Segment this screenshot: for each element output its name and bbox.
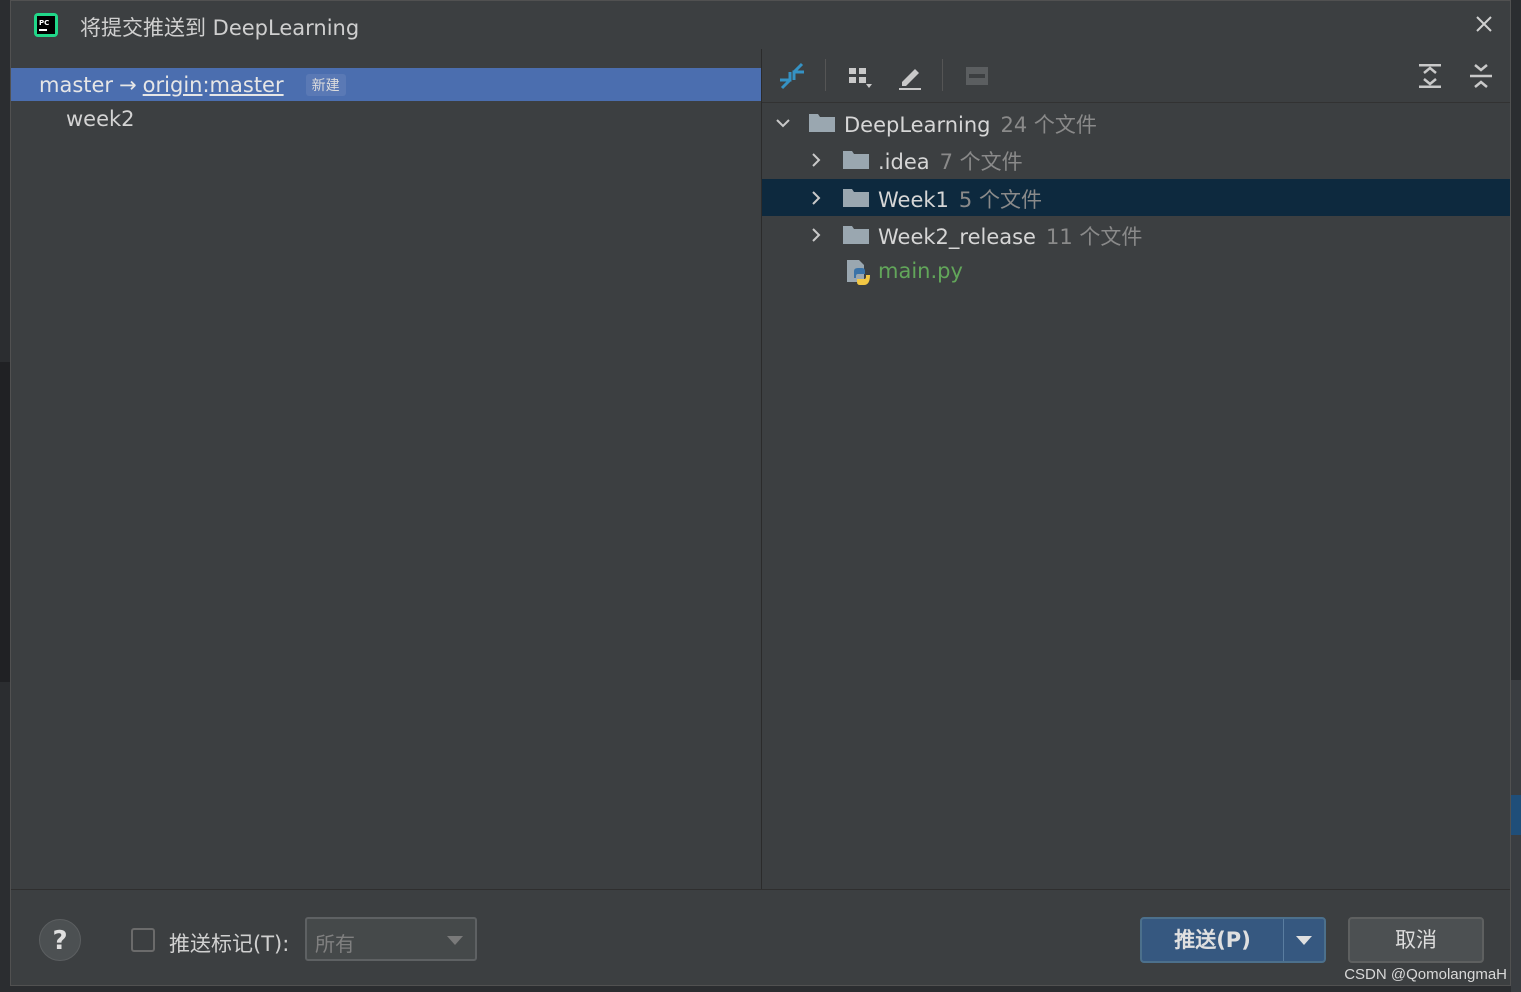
branch-push-row[interactable]: master → origin:master 新建 xyxy=(11,68,761,101)
branch-spec: master → origin:master xyxy=(39,73,284,97)
folder-icon xyxy=(809,114,835,132)
dropdown-arrow-icon xyxy=(1296,936,1312,945)
push-button-label[interactable]: 推送(P) xyxy=(1142,919,1283,961)
edit-icon[interactable] xyxy=(894,60,926,92)
tree-node-label: .idea 7 个文件 xyxy=(878,146,1023,176)
commits-pane: master → origin:master 新建 week2 xyxy=(11,49,762,889)
push-button[interactable]: 推送(P) xyxy=(1140,917,1326,963)
tree-node-name: Week2_release xyxy=(878,225,1036,249)
svg-text:PC: PC xyxy=(39,19,49,27)
help-button[interactable]: ? xyxy=(39,919,81,961)
tree-row-idea[interactable]: .idea 7 个文件 xyxy=(762,141,1510,178)
changes-pane: DeepLearning 24 个文件 .idea 7 个文件 Week1 5 个 xyxy=(762,49,1510,889)
tree-node-label: Week1 5 个文件 xyxy=(878,184,1042,214)
tags-select-value: 所有 xyxy=(315,932,355,956)
toolbar-separator xyxy=(942,59,943,91)
expand-all-icon[interactable] xyxy=(1414,60,1446,92)
tree-row-week2-release[interactable]: Week2_release 11 个文件 xyxy=(762,216,1510,253)
show-diff-icon[interactable] xyxy=(961,60,993,92)
expand-diff-icon[interactable] xyxy=(776,60,808,92)
tree-node-label: Week2_release 11 个文件 xyxy=(878,221,1142,251)
background-accent-right xyxy=(1511,795,1521,835)
chevron-right-icon[interactable] xyxy=(807,226,825,244)
remote-separator: : xyxy=(202,72,210,97)
local-branch: master xyxy=(39,72,114,97)
dialog-footer: ? 推送标记(T): 所有 推送(P) 取消 xyxy=(11,889,1510,985)
folder-icon xyxy=(843,189,869,207)
dialog-title: 将提交推送到 DeepLearning xyxy=(80,16,360,40)
tree-node-name: .idea xyxy=(878,150,930,174)
tree-node-count: 24 个文件 xyxy=(1000,113,1097,137)
tree-node-count: 5 个文件 xyxy=(958,188,1042,212)
folder-icon xyxy=(843,151,869,169)
tree-node-name: DeepLearning xyxy=(844,113,991,137)
tree-root-row[interactable]: DeepLearning 24 个文件 xyxy=(762,104,1510,141)
chevron-right-icon[interactable] xyxy=(807,151,825,169)
tree-row-main-py[interactable]: main.py xyxy=(762,254,1510,291)
folder-icon xyxy=(843,226,869,244)
pycharm-icon: PC xyxy=(34,13,58,37)
tree-node-count: 7 个文件 xyxy=(939,150,1023,174)
tags-select[interactable]: 所有 xyxy=(305,917,477,961)
remote-name-link[interactable]: origin xyxy=(143,73,203,97)
tree-node-count: 11 个文件 xyxy=(1045,225,1143,249)
push-arrow: → xyxy=(119,72,137,97)
push-tags-checkbox[interactable] xyxy=(131,928,155,952)
collapse-all-icon[interactable] xyxy=(1465,60,1497,92)
background-panel-right xyxy=(1511,680,1521,992)
background-panel-left xyxy=(0,362,10,682)
push-options-dropdown[interactable] xyxy=(1284,919,1324,961)
chevron-right-icon[interactable] xyxy=(807,189,825,207)
close-icon[interactable] xyxy=(1472,12,1496,36)
toolbar-separator xyxy=(825,59,826,91)
commit-item[interactable]: week2 xyxy=(66,107,135,131)
group-by-icon[interactable] xyxy=(844,60,876,92)
chevron-down-icon[interactable] xyxy=(774,114,792,132)
tree-file-name: main.py xyxy=(878,259,963,283)
remote-branch-link[interactable]: master xyxy=(210,73,284,97)
chevron-down-icon xyxy=(447,936,463,945)
watermark: CSDN @QomolangmaH xyxy=(1344,966,1507,983)
tree-node-name: Week1 xyxy=(878,188,949,212)
tree-row-week1[interactable]: Week1 5 个文件 xyxy=(762,179,1510,216)
python-file-icon xyxy=(847,260,870,285)
changes-toolbar xyxy=(762,49,1510,103)
push-dialog: PC 将提交推送到 DeepLearning master → origin:mas… xyxy=(10,0,1511,986)
push-tags-label: 推送标记(T): xyxy=(169,932,290,956)
new-branch-badge: 新建 xyxy=(305,73,346,96)
title-bar: PC 将提交推送到 DeepLearning xyxy=(11,1,1510,49)
cancel-button[interactable]: 取消 xyxy=(1348,917,1484,963)
tree-node-label: DeepLearning 24 个文件 xyxy=(844,109,1097,139)
